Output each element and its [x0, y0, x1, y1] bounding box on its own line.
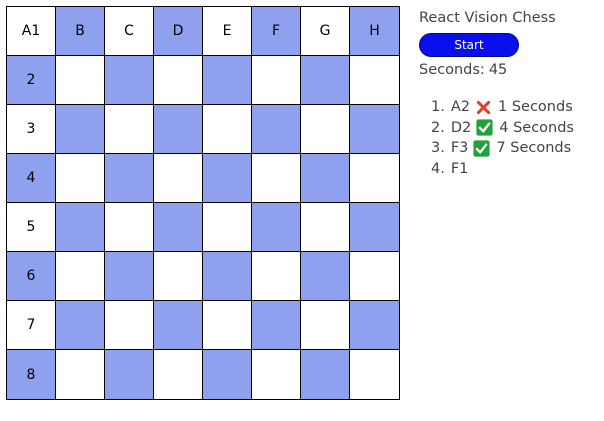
square-g6[interactable]: [301, 252, 350, 301]
square-b3[interactable]: [56, 105, 105, 154]
square-a2[interactable]: 2: [7, 56, 56, 105]
square-e1[interactable]: E: [203, 7, 252, 56]
square-d6[interactable]: [154, 252, 203, 301]
attempt-item: 2. D2 4 Seconds: [431, 118, 599, 139]
attempt-square: D2: [450, 119, 472, 136]
square-d5[interactable]: [154, 203, 203, 252]
square-b7[interactable]: [56, 301, 105, 350]
side-panel: React Vision Chess Start Seconds: 45 1. A2…: [419, 9, 599, 179]
square-h5[interactable]: [350, 203, 399, 252]
square-f4[interactable]: [252, 154, 301, 203]
cross-mark-icon: [475, 99, 492, 116]
square-g1[interactable]: G: [301, 7, 350, 56]
check-mark-icon: [476, 119, 493, 136]
attempt-time: 4 Seconds: [499, 119, 574, 136]
attempt-time: 7 Seconds: [496, 140, 572, 156]
attempt-square: A2: [450, 99, 470, 115]
attempt-time: 1 Seconds: [498, 99, 573, 115]
square-d8[interactable]: [154, 350, 203, 399]
attempt-item: 3. F3 7 Seconds: [431, 138, 599, 159]
attempt-number: 3.: [431, 140, 445, 156]
square-d7[interactable]: [154, 301, 203, 350]
chess-board: A1 B C D E F G H 2 3 4 5 6 7 8: [6, 6, 400, 400]
square-h1[interactable]: H: [350, 7, 399, 56]
square-f7[interactable]: [252, 301, 301, 350]
square-b1[interactable]: B: [56, 7, 105, 56]
square-d3[interactable]: [154, 105, 203, 154]
square-f8[interactable]: [252, 350, 301, 399]
square-e7[interactable]: [203, 301, 252, 350]
square-h8[interactable]: [350, 350, 399, 399]
square-h4[interactable]: [350, 154, 399, 203]
app-title: React Vision Chess: [419, 10, 556, 26]
attempt-square: F3: [450, 140, 469, 156]
square-a6[interactable]: 6: [7, 252, 56, 301]
timer-display: Seconds: 45: [419, 61, 599, 79]
attempt-item: 1. A2 1 Seconds: [431, 97, 599, 118]
square-h6[interactable]: [350, 252, 399, 301]
square-b5[interactable]: [56, 203, 105, 252]
square-e5[interactable]: [203, 203, 252, 252]
square-g4[interactable]: [301, 154, 350, 203]
square-g8[interactable]: [301, 350, 350, 399]
square-c5[interactable]: [105, 203, 154, 252]
attempt-number: 4.: [431, 160, 445, 177]
square-a3[interactable]: 3: [7, 105, 56, 154]
square-c8[interactable]: [105, 350, 154, 399]
square-c7[interactable]: [105, 301, 154, 350]
square-h2[interactable]: [350, 56, 399, 105]
start-button[interactable]: Start: [419, 33, 519, 57]
square-c4[interactable]: [105, 154, 154, 203]
square-b8[interactable]: [56, 350, 105, 399]
square-c3[interactable]: [105, 105, 154, 154]
square-d4[interactable]: [154, 154, 203, 203]
square-e6[interactable]: [203, 252, 252, 301]
square-c1[interactable]: C: [105, 7, 154, 56]
square-d1[interactable]: D: [154, 7, 203, 56]
square-b2[interactable]: [56, 56, 105, 105]
square-b6[interactable]: [56, 252, 105, 301]
attempt-item: 4. F1: [431, 159, 599, 180]
attempt-number: 2.: [431, 119, 445, 136]
square-f3[interactable]: [252, 105, 301, 154]
square-a7[interactable]: 7: [7, 301, 56, 350]
square-d2[interactable]: [154, 56, 203, 105]
square-f2[interactable]: [252, 56, 301, 105]
square-g5[interactable]: [301, 203, 350, 252]
attempt-list: 1. A2 1 Seconds 2. D2 4 Seconds 3. F3 7 Seconds 4…: [419, 97, 599, 179]
timer-value: 45: [488, 62, 508, 78]
square-e3[interactable]: [203, 105, 252, 154]
check-mark-icon: [473, 140, 490, 157]
square-e8[interactable]: [203, 350, 252, 399]
attempt-square: F1: [450, 160, 469, 177]
square-f1[interactable]: F: [252, 7, 301, 56]
square-a1[interactable]: A1: [7, 7, 56, 56]
square-c2[interactable]: [105, 56, 154, 105]
square-g7[interactable]: [301, 301, 350, 350]
square-g3[interactable]: [301, 105, 350, 154]
square-e4[interactable]: [203, 154, 252, 203]
timer-label: Seconds:: [419, 62, 485, 78]
square-b4[interactable]: [56, 154, 105, 203]
square-h3[interactable]: [350, 105, 399, 154]
square-e2[interactable]: [203, 56, 252, 105]
square-a5[interactable]: 5: [7, 203, 56, 252]
square-h7[interactable]: [350, 301, 399, 350]
attempt-number: 1.: [431, 99, 445, 115]
square-g2[interactable]: [301, 56, 350, 105]
square-a4[interactable]: 4: [7, 154, 56, 203]
square-c6[interactable]: [105, 252, 154, 301]
square-f5[interactable]: [252, 203, 301, 252]
square-f6[interactable]: [252, 252, 301, 301]
square-a8[interactable]: 8: [7, 350, 56, 399]
